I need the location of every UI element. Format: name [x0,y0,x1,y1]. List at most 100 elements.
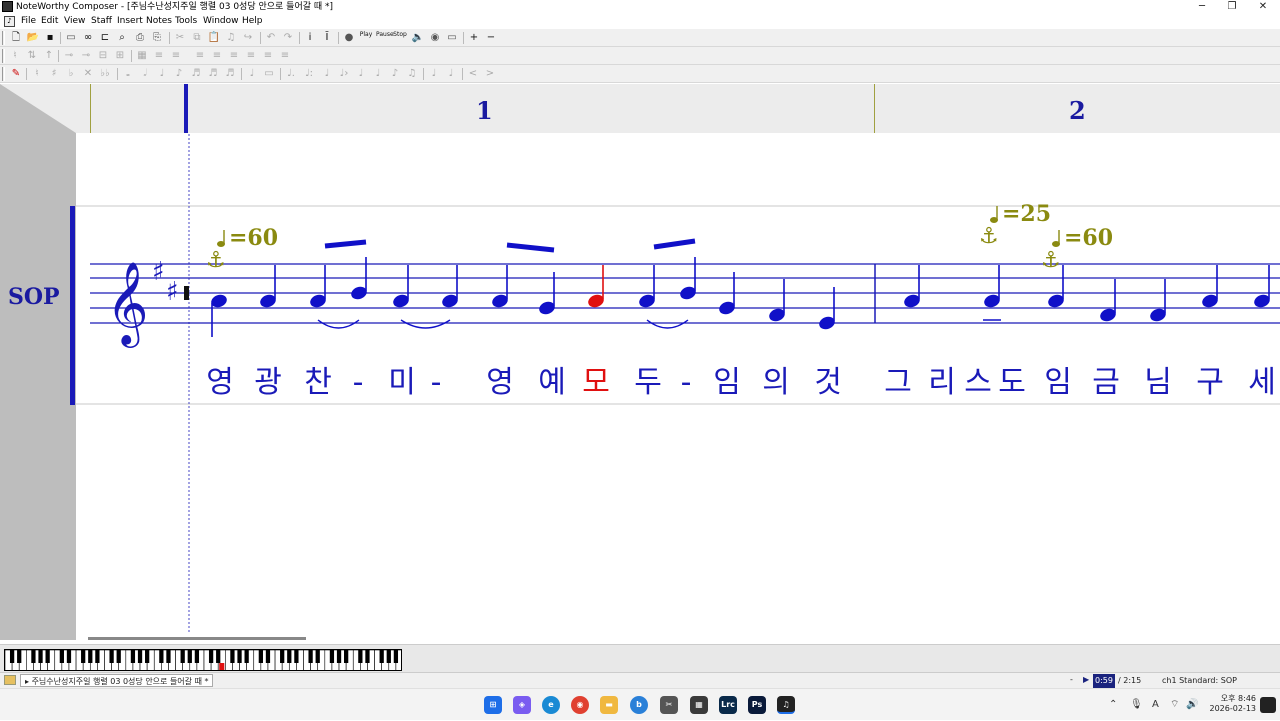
natural-note-icon[interactable]: ♮ [30,67,44,81]
piano-black-key[interactable] [116,650,121,663]
staff-props-icon[interactable]: ⊏ [98,31,112,45]
app-icon[interactable] [2,1,13,12]
piano-black-key[interactable] [344,650,349,663]
menu-view[interactable]: View [62,14,87,29]
decrescendo-icon[interactable]: > [483,67,497,81]
start-icon[interactable]: ⊞ [484,696,502,714]
print-setup-icon[interactable]: ⎘ [150,31,164,45]
accent-icon[interactable]: ♩› [337,67,351,81]
insert-text-icon[interactable]: i [303,31,317,45]
stem-up-icon[interactable]: ↑ [42,49,56,63]
piano-black-key[interactable] [17,650,22,663]
piano-black-key[interactable] [230,650,235,663]
menu-window[interactable]: Window [201,14,241,29]
document-tab[interactable]: ▸ 주님수난성지주일 행렬 03 0성당 안으로 들어갈 때 * [20,674,214,687]
piano-black-key[interactable] [336,650,342,663]
piano-black-key[interactable] [187,650,192,663]
marcato-icon[interactable]: ♩ [371,67,385,81]
horizontal-scrollbar[interactable] [88,637,306,640]
double-flat-icon[interactable]: ♭♭ [98,67,112,81]
menu-notes[interactable]: Notes [144,14,174,29]
slur-icon[interactable]: ⊟ [96,49,110,63]
lines2-icon[interactable]: ≡ [244,49,258,63]
mute-icon[interactable]: ▭ [445,31,459,45]
notification-icon[interactable] [1260,697,1276,713]
grace-note-icon[interactable]: ♩ [245,67,259,81]
piano-black-key[interactable] [130,650,136,663]
piano-black-key[interactable] [329,650,335,663]
copilot-icon[interactable]: ◈ [513,696,531,714]
align-right-icon[interactable]: ≡ [193,49,207,63]
volume-icon[interactable]: ◉ [428,31,442,45]
folder-icon[interactable] [4,675,16,685]
piano-black-key[interactable] [379,650,384,663]
sixty-fourth-note-icon[interactable]: ♬ [223,67,237,81]
piano-black-key[interactable] [31,650,36,663]
piano-black-key[interactable] [166,650,171,663]
piano-black-key[interactable] [194,650,200,663]
note-icon[interactable]: ♫ [224,31,238,45]
crescendo-icon[interactable]: < [466,67,480,81]
note-color-icon[interactable]: ✎ [9,67,23,81]
transpose-icon[interactable]: ⇅ [25,49,39,63]
microphone-icon[interactable]: 🎙 [1130,689,1143,721]
input-language[interactable]: A [1152,689,1159,721]
tenuto-icon[interactable]: ♩ [354,67,368,81]
paste-icon[interactable]: 📋 [207,31,221,45]
record-icon[interactable]: ● [342,31,356,45]
dotted-icon[interactable]: ♩. [284,67,298,81]
align-left-icon[interactable]: ≡ [152,49,166,63]
restore-button[interactable]: ❐ [1217,0,1247,14]
triplet-icon[interactable]: ⊞ [113,49,127,63]
new-icon[interactable]: 🗋 [9,31,23,45]
find-icon[interactable]: ⌕ [115,31,129,45]
piano-black-key[interactable] [145,650,150,663]
chrome-icon[interactable]: ◉ [571,696,589,714]
natural-icon[interactable]: ♮ [8,49,22,63]
flat-icon[interactable]: ♭ [64,67,78,81]
menu-tools[interactable]: Tools [173,14,199,29]
tie-icon[interactable]: ⊸ [79,49,93,63]
toolbar-grip[interactable] [2,49,5,63]
grid-icon[interactable]: ▦ [135,49,149,63]
rest-box-icon[interactable]: ▭ [262,67,276,81]
print-icon[interactable]: ⎙ [133,31,147,45]
piano-black-key[interactable] [95,650,100,663]
staccato-icon[interactable]: ♩ [320,67,334,81]
volume-tray-icon[interactable]: 🔊 [1186,689,1198,721]
quarter-note-icon[interactable]: ♩ [155,67,169,81]
piano-black-key[interactable] [180,650,185,663]
menu-staff[interactable]: Staff [89,14,114,29]
lines3-icon[interactable]: ≡ [261,49,275,63]
stop-button[interactable]: Stop [393,31,407,45]
justify-icon[interactable]: ≡ [210,49,224,63]
toolbar-grip[interactable] [2,67,5,81]
close-button[interactable]: ✕ [1248,0,1278,14]
undo-icon[interactable]: ↶ [264,31,278,45]
double-dot-icon[interactable]: ♩: [302,67,316,81]
pause-button[interactable]: Pause [376,31,394,45]
eighth-note-icon[interactable]: ♪ [172,67,186,81]
zoom-in-icon[interactable]: + [467,31,481,45]
play-button[interactable]: Play [359,31,373,45]
edge-icon[interactable]: e [542,696,560,714]
toolbar-grip[interactable] [2,31,5,45]
slur-note-icon[interactable]: ♫ [405,67,419,81]
piano-black-key[interactable] [308,650,313,663]
lines-icon[interactable]: ≡ [227,49,241,63]
piano-black-key[interactable] [237,650,242,663]
piano-black-key[interactable] [258,650,263,663]
redo-icon[interactable]: ↷ [281,31,295,45]
save-icon[interactable]: ▪ [43,31,57,45]
menu-help[interactable]: Help [240,14,265,29]
piano-black-key[interactable] [244,650,249,663]
photoshop-icon[interactable]: Ps [748,696,766,714]
align-center-icon[interactable]: ≡ [169,49,183,63]
speaker-icon[interactable]: 🔈 [411,31,425,45]
noteworthy-task-icon[interactable]: ♫ [777,696,795,714]
fermata-icon[interactable]: ♪ [388,67,402,81]
piano-black-key[interactable] [59,650,64,663]
redo-arrow-icon[interactable]: ↪ [241,31,255,45]
piano-keyboard[interactable] [4,649,402,671]
print-preview-icon[interactable]: ▭ [64,31,78,45]
